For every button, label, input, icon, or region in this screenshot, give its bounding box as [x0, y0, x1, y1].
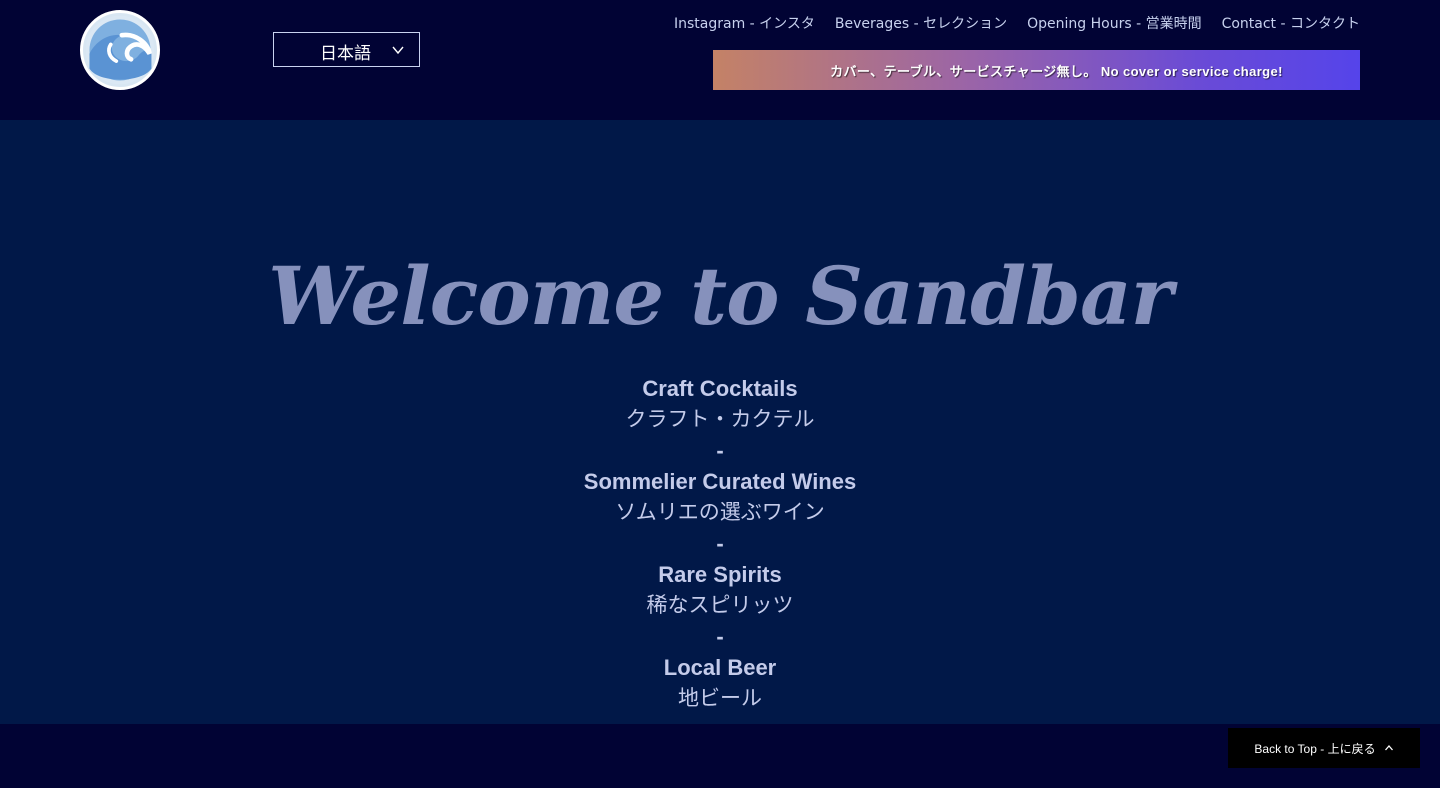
- main-nav: Instagram - インスタ Beverages - セレクション Open…: [674, 13, 1360, 35]
- hero-title: Welcome to Sandbar: [268, 249, 1173, 343]
- language-select-value: 日本語: [320, 44, 371, 64]
- offerings-list: Craft Cocktails クラフト・カクテル - Sommelier Cu…: [0, 373, 1440, 714]
- offering-separator: -: [716, 624, 724, 649]
- offering-en: Sommelier Curated Wines: [583, 469, 857, 494]
- wave-logo-icon: [85, 15, 155, 85]
- chevron-up-icon: [1384, 745, 1393, 751]
- offering-jp: 稀なスピリッツ: [646, 593, 794, 617]
- nav-link-contact[interactable]: Contact - コンタクト: [1222, 13, 1360, 35]
- offering-separator: -: [716, 531, 724, 556]
- nav-link-opening-hours[interactable]: Opening Hours - 営業時間: [1027, 13, 1201, 35]
- site-header: 日本語 Instagram - インスタ Beverages - セレクション …: [0, 0, 1440, 120]
- offering-jp: 地ビール: [678, 686, 762, 710]
- nav-link-beverages[interactable]: Beverages - セレクション: [835, 13, 1007, 35]
- nav-link-instagram[interactable]: Instagram - インスタ: [674, 13, 815, 35]
- language-select[interactable]: 日本語: [273, 32, 420, 67]
- offering-jp: ソムリエの選ぶワイン: [615, 500, 825, 524]
- offering-en: Rare Spirits: [658, 562, 782, 587]
- banner-text: カバー、テーブル、サービスチャージ無し。 No cover or service…: [830, 63, 1283, 79]
- offering-en: Local Beer: [663, 655, 777, 680]
- offering-separator: -: [716, 438, 724, 463]
- offering-en: Craft Cocktails: [642, 376, 798, 401]
- footer-strip: [0, 724, 1440, 788]
- back-to-top-button[interactable]: Back to Top - 上に戻る: [1228, 728, 1420, 768]
- no-cover-charge-banner: カバー、テーブル、サービスチャージ無し。 No cover or service…: [713, 50, 1360, 90]
- back-to-top-label: Back to Top - 上に戻る: [1254, 741, 1376, 756]
- hero-section: Welcome to Sandbar Craft Cocktails クラフト・…: [0, 120, 1440, 724]
- offering-jp: クラフト・カクテル: [625, 407, 815, 431]
- logo[interactable]: [80, 10, 160, 90]
- chevron-down-icon: [392, 46, 404, 55]
